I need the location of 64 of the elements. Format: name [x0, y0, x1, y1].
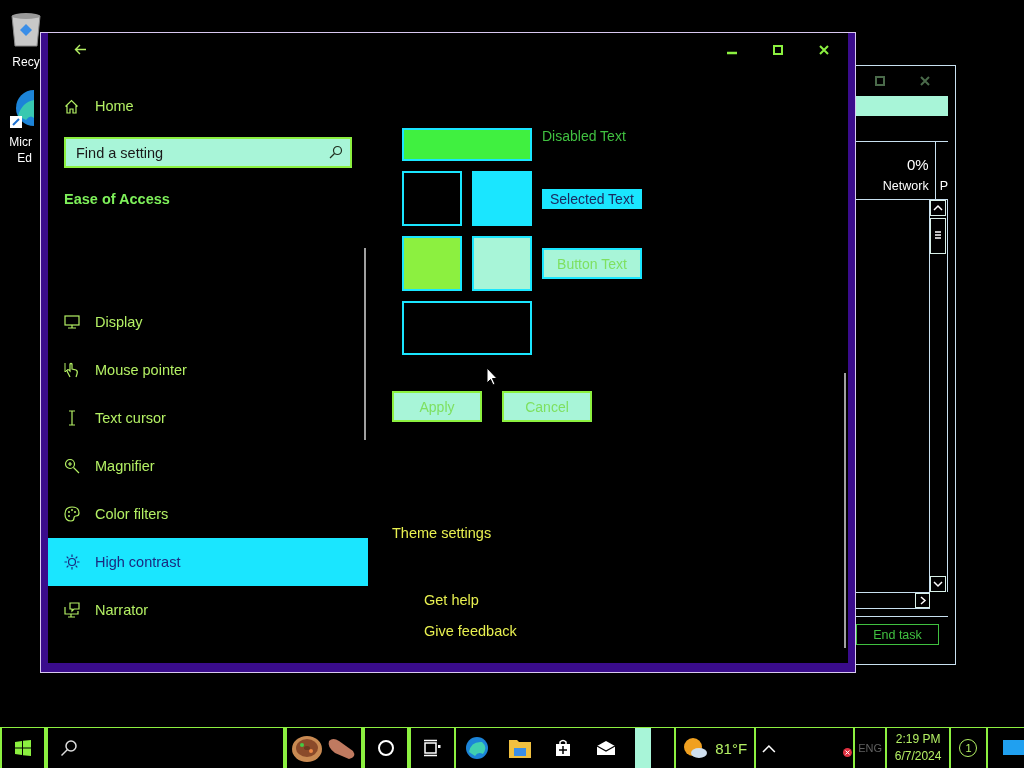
- nav-item[interactable]: Display: [48, 298, 368, 346]
- weather-widget[interactable]: 81°F: [674, 728, 757, 768]
- help-link[interactable]: Get help: [424, 590, 517, 610]
- desktop-icon-label[interactable]: Recy: [12, 54, 40, 70]
- scrollbar[interactable]: [364, 248, 366, 440]
- task-view-icon: [423, 739, 442, 757]
- notification-button[interactable]: 1: [950, 728, 989, 768]
- taskbar-app-indicator[interactable]: [634, 728, 651, 768]
- sample-text: Disabled Text: [542, 128, 627, 144]
- color-swatch[interactable]: [472, 236, 532, 291]
- nav-item[interactable]: Narrator: [48, 586, 368, 634]
- windows-logo-icon: [15, 740, 32, 756]
- nav-item[interactable]: Magnifier: [48, 442, 368, 490]
- column-usage: 0%: [906, 156, 929, 173]
- scroll-down-icon[interactable]: [930, 576, 946, 592]
- back-arrow-icon[interactable]: [74, 44, 87, 55]
- mouse-cursor-icon: [486, 367, 498, 386]
- end-task-button[interactable]: End task: [856, 624, 939, 645]
- theme-settings-link[interactable]: Theme settings: [392, 523, 492, 543]
- scrollbar[interactable]: [844, 373, 846, 648]
- weather-sun-cloud-icon: [683, 737, 708, 759]
- scrollbar[interactable]: [855, 592, 930, 609]
- envelope-icon: [596, 740, 617, 756]
- error-badge-icon[interactable]: [842, 747, 852, 757]
- folder-icon: [508, 737, 533, 759]
- monitor-icon: [64, 314, 80, 330]
- nav-item[interactable]: Mouse pointer: [48, 346, 368, 394]
- taskbar-search[interactable]: [46, 728, 285, 768]
- column-header[interactable]: P: [935, 179, 948, 199]
- search-field[interactable]: Find a setting: [64, 137, 352, 168]
- start-button[interactable]: [0, 728, 47, 768]
- browser-icon: [465, 736, 490, 760]
- color-swatch[interactable]: [402, 236, 462, 291]
- chevron-up-icon[interactable]: [762, 743, 776, 753]
- clock[interactable]: 2:19 PM 6/7/2024: [887, 728, 951, 768]
- color-swatch[interactable]: [402, 171, 462, 226]
- scrollbar[interactable]: [930, 200, 948, 592]
- search-icon[interactable]: [329, 145, 343, 159]
- sun-icon: [64, 554, 80, 570]
- help-link[interactable]: Give feedback: [424, 621, 517, 641]
- home-link[interactable]: Home: [64, 86, 164, 126]
- color-swatch[interactable]: [402, 128, 532, 161]
- scroll-up-icon[interactable]: [930, 200, 946, 216]
- cortana-button[interactable]: [362, 728, 410, 768]
- search-highlight[interactable]: [284, 728, 363, 768]
- palette-icon: [64, 506, 80, 522]
- nav-item[interactable]: High contrast: [48, 538, 368, 586]
- color-swatch[interactable]: [472, 171, 532, 226]
- selected-text-sample: Selected Text: [542, 188, 642, 209]
- column-label: Network: [882, 179, 929, 193]
- desktop-icon-label[interactable]: Micr Ed: [9, 134, 32, 166]
- section-heading: Ease of Access: [64, 190, 171, 209]
- magnifier-icon: [64, 458, 80, 474]
- search-icon: [60, 739, 79, 757]
- home-icon: [64, 98, 79, 114]
- monitor-speech-icon: [64, 602, 80, 618]
- color-swatch[interactable]: [402, 301, 532, 355]
- scroll-thumb-icon[interactable]: [930, 218, 946, 254]
- nav-item[interactable]: Color filters: [48, 490, 368, 538]
- scroll-right-icon[interactable]: [915, 593, 930, 608]
- task-view-button[interactable]: [409, 728, 456, 768]
- circle-icon: [377, 739, 395, 757]
- nav-item[interactable]: Text cursor: [48, 394, 368, 442]
- shopping-bag-icon: [554, 739, 573, 757]
